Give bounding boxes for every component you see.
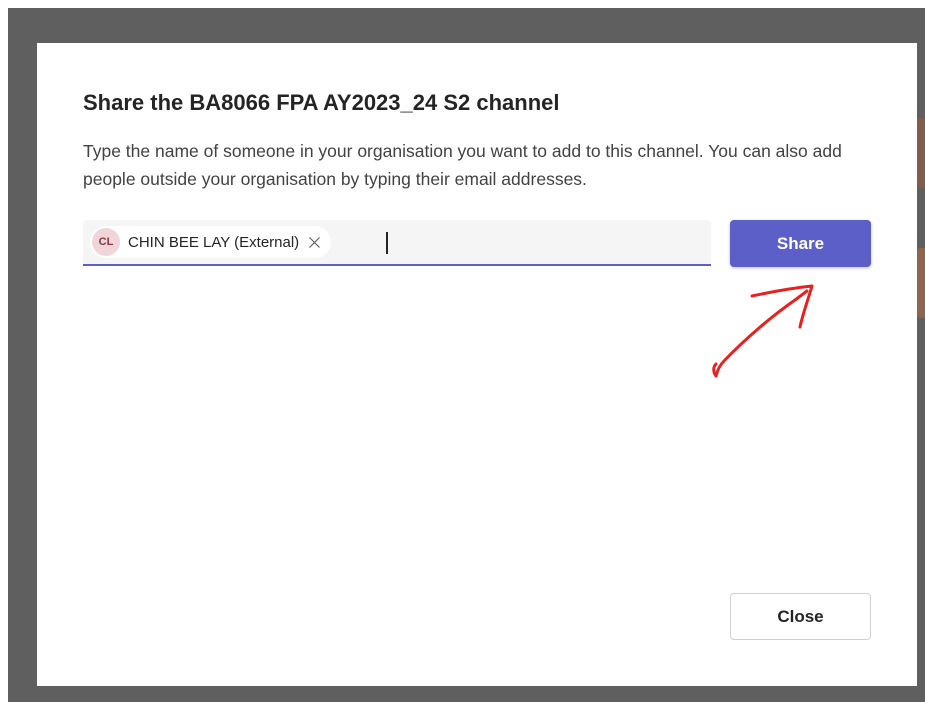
dialog-description: Type the name of someone in your organis…: [83, 141, 842, 189]
close-button[interactable]: Close: [730, 593, 871, 640]
text-caret: [386, 232, 388, 254]
selected-person-label: CHIN BEE LAY (External): [128, 233, 300, 251]
avatar: CL: [92, 228, 120, 256]
close-icon[interactable]: [307, 235, 321, 249]
selected-person-pill: CL CHIN BEE LAY (External): [90, 226, 332, 258]
people-picker-input[interactable]: CL CHIN BEE LAY (External): [83, 220, 711, 266]
dialog-title: Share the BA8066 FPA AY2023_24 S2 channe…: [83, 90, 560, 115]
share-channel-dialog: Share the BA8066 FPA AY2023_24 S2 channe…: [37, 43, 917, 686]
people-search-text[interactable]: [359, 227, 559, 257]
share-button[interactable]: Share: [730, 220, 871, 267]
